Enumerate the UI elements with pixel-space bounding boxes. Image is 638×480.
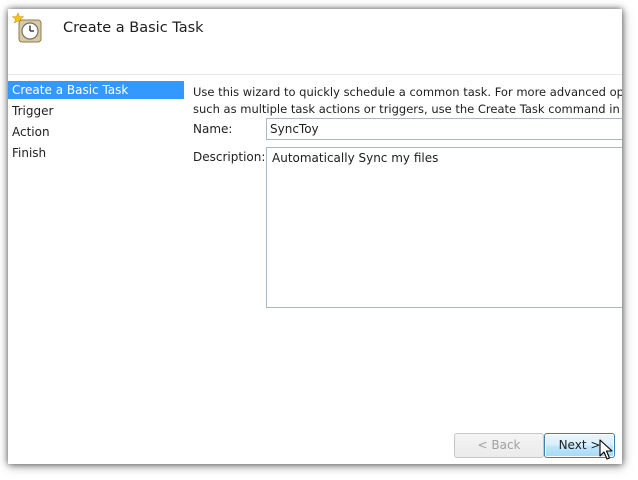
name-label: Name:: [193, 122, 233, 136]
task-scheduler-clock-icon: [12, 12, 42, 43]
mouse-pointer-icon: [599, 439, 613, 460]
wizard-window: Create a Basic Task Create a Basic Task …: [8, 9, 622, 464]
wizard-content: Use this wizard to quickly schedule a co…: [193, 81, 622, 464]
intro-line-2: such as multiple task actions or trigger…: [193, 102, 622, 116]
intro-line-1: Use this wizard to quickly schedule a co…: [193, 85, 622, 99]
step-trigger[interactable]: Trigger: [8, 102, 184, 120]
back-button[interactable]: < Back: [454, 433, 544, 458]
intro-text: Use this wizard to quickly schedule a co…: [193, 84, 622, 118]
wizard-header: Create a Basic Task: [8, 9, 622, 75]
name-input[interactable]: [266, 118, 622, 140]
step-create-basic-task[interactable]: Create a Basic Task: [8, 81, 184, 99]
step-finish[interactable]: Finish: [8, 144, 184, 162]
description-textarea[interactable]: Automatically Sync my files: [266, 147, 622, 308]
wizard-title: Create a Basic Task: [63, 20, 204, 36]
step-action[interactable]: Action: [8, 123, 184, 141]
description-label: Description:: [193, 150, 266, 164]
wizard-steps-nav: Create a Basic Task Trigger Action Finis…: [8, 81, 184, 165]
